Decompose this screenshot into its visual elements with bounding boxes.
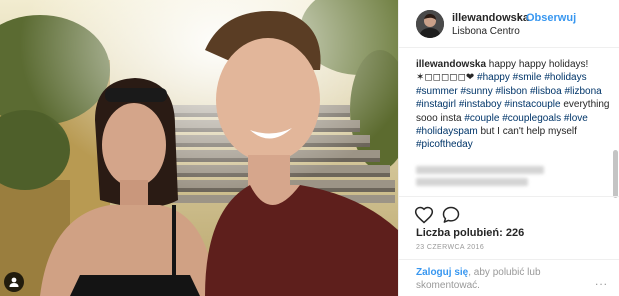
hashtag-instagirl[interactable]: #instagirl — [416, 99, 456, 110]
post-header: illewandowska • Obserwuj Lisbona Centro — [399, 0, 619, 48]
hashtag-instaboy[interactable]: #instaboy — [459, 99, 502, 110]
hashtag-smile[interactable]: #smile — [513, 72, 542, 83]
hashtag-couplegoals[interactable]: #couplegoals — [502, 113, 561, 124]
hashtag-lisboa[interactable]: #lisboa — [530, 86, 562, 97]
likes-count[interactable]: Liczba polubień: 226 — [416, 227, 524, 239]
hashtag-summer[interactable]: #summer — [416, 86, 458, 97]
follow-button[interactable]: Obserwuj — [526, 12, 576, 24]
hashtag-holidays[interactable]: #holidays — [544, 72, 586, 83]
hashtag-happy[interactable]: #happy — [477, 72, 510, 83]
heart-icon[interactable] — [414, 205, 434, 225]
hashtag-lizbona[interactable]: #lizbona — [564, 86, 601, 97]
separator-dot: • — [517, 12, 521, 24]
hashtag-picoftheday[interactable]: #picoftheday — [416, 139, 473, 150]
hashtag-holidayspam[interactable]: #holidayspam — [416, 126, 478, 137]
caption-username[interactable]: illewandowska — [416, 59, 486, 70]
hashtag-instacouple[interactable]: #instacouple — [504, 99, 560, 110]
post-photo[interactable] — [0, 0, 398, 296]
user-tag-icon[interactable] — [4, 272, 24, 292]
likes-label: Liczba polubień: — [416, 227, 503, 239]
hashtag-lisbon[interactable]: #lisbon — [496, 86, 528, 97]
location-link[interactable]: Lisbona Centro — [452, 26, 520, 37]
login-prompt: Zaloguj się, aby polubić lub skomentować… — [399, 259, 619, 296]
hashtag-sunny[interactable]: #sunny — [460, 86, 492, 97]
blurred-comment — [416, 166, 544, 174]
blurred-comment — [416, 178, 528, 186]
scrollbar-thumb[interactable] — [613, 150, 618, 198]
post-caption: illewandowska happy happy holidays! ✶◻◻◻… — [416, 58, 612, 152]
more-options-icon[interactable]: ... — [595, 274, 608, 288]
avatar[interactable] — [416, 10, 444, 38]
hashtag-love[interactable]: #love — [564, 113, 588, 124]
photo-image — [0, 0, 398, 296]
comment-icon[interactable] — [441, 205, 461, 225]
login-text: Zaloguj się, aby polubić lub skomentować… — [416, 266, 566, 292]
login-link[interactable]: Zaloguj się — [416, 267, 468, 278]
post-side-panel: illewandowska • Obserwuj Lisbona Centro … — [398, 0, 619, 296]
post-actions: Liczba polubień: 226 23 CZERWCA 2016 Zal… — [399, 196, 619, 296]
post-date: 23 CZERWCA 2016 — [416, 244, 485, 251]
caption-text: but I can't help myself — [477, 126, 577, 138]
likes-number: 226 — [505, 227, 525, 239]
hashtag-couple[interactable]: #couple — [464, 113, 499, 124]
